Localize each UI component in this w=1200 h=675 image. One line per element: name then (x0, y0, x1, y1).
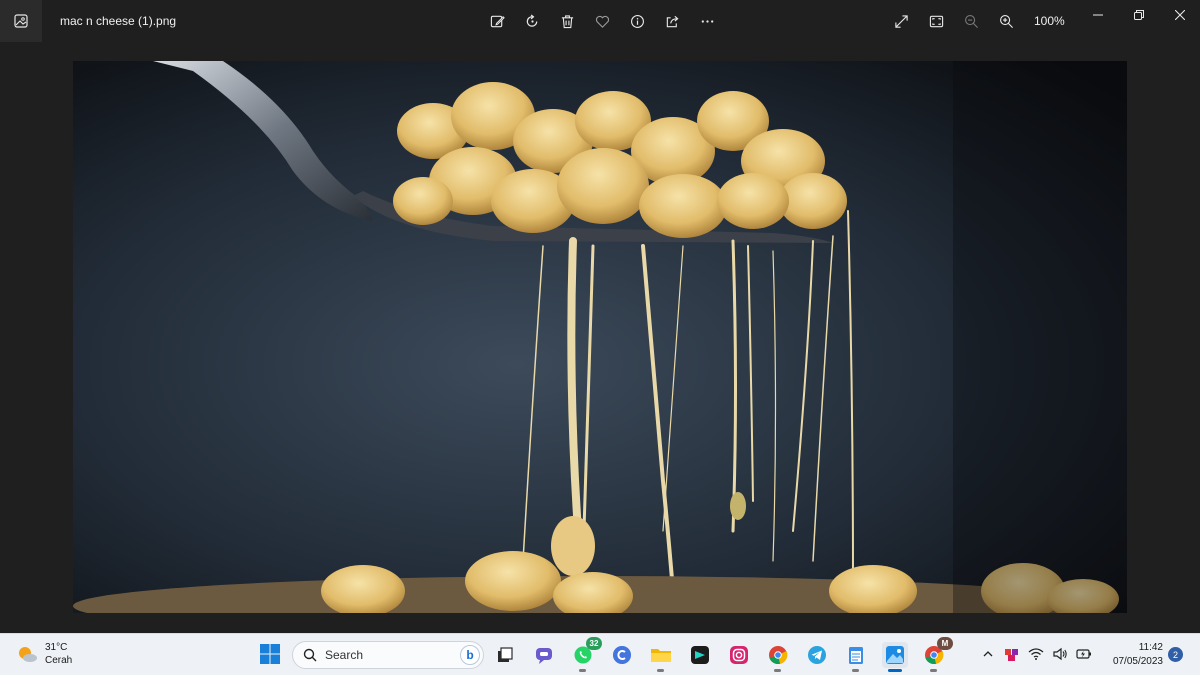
speaker-icon (1053, 647, 1067, 661)
full-screen-button[interactable] (884, 8, 919, 34)
edit-image-button[interactable] (480, 8, 515, 34)
chevron-up-icon (983, 651, 993, 657)
running-indicator (657, 669, 664, 672)
weather-temperature: 31°C (45, 642, 68, 653)
taskbar-notepad[interactable] (843, 642, 869, 672)
zoom-in-button[interactable] (989, 8, 1024, 34)
taskbar-telegram[interactable] (804, 642, 830, 668)
bing-icon[interactable]: b (460, 645, 480, 665)
fit-window-icon (929, 15, 944, 27)
photos-app-icon (886, 646, 904, 664)
windows-logo-icon (260, 644, 280, 664)
notepad-icon (849, 647, 863, 664)
heart-icon (595, 15, 610, 28)
taskbar-chrome[interactable] (765, 642, 791, 672)
title-bar: mac n cheese (1).png 100% (0, 0, 1200, 42)
zoom-out-icon (965, 14, 978, 28)
taskbar-chrome-profile[interactable]: M (921, 637, 953, 672)
file-info-button[interactable] (620, 8, 655, 34)
taskbar-clock[interactable]: 11:42 07/05/2023 (1105, 641, 1163, 669)
weather-description: Cerah (45, 655, 73, 666)
taskbar-search[interactable]: Search b (292, 641, 484, 669)
whatsapp-unread-badge: 32 (586, 637, 602, 650)
photos-app-window: mac n cheese (1).png 100% (0, 0, 1200, 633)
running-indicator (579, 669, 586, 672)
notification-center-badge[interactable]: 2 (1168, 647, 1183, 662)
photos-app-icon[interactable] (0, 0, 42, 42)
telegram-icon (808, 646, 826, 664)
search-icon (303, 648, 317, 662)
canva-icon (613, 646, 631, 664)
close-icon (1174, 10, 1185, 20)
wifi-button[interactable] (1026, 642, 1046, 666)
taskbar-photos[interactable] (882, 642, 908, 672)
task-view-icon (498, 647, 513, 662)
fit-to-window-button[interactable] (919, 8, 954, 34)
minimize-button[interactable] (1077, 0, 1118, 30)
see-more-button[interactable] (690, 8, 725, 34)
expand-icon (895, 14, 908, 28)
share-icon (666, 15, 679, 27)
clock-time: 11:42 (1138, 642, 1163, 653)
clock-date: 07/05/2023 (1112, 656, 1163, 667)
weather-sun-icon (19, 647, 37, 662)
taskbar-whatsapp[interactable]: 32 (570, 637, 602, 672)
tray-app-button[interactable] (1002, 642, 1022, 666)
window-controls (1077, 0, 1200, 30)
running-indicator (930, 669, 937, 672)
tray-app-icon (1005, 649, 1018, 661)
file-name: mac n cheese (1).png (60, 14, 177, 28)
restore-icon (1133, 10, 1144, 20)
chrome-profile-badge: M (937, 637, 953, 650)
more-icon (701, 19, 714, 23)
weather-widget[interactable]: 31°C Cerah (16, 641, 72, 667)
wifi-icon (1028, 648, 1044, 660)
displayed-photo (73, 61, 1127, 613)
view-controls: 100% (884, 8, 1074, 34)
minimize-icon (1092, 14, 1103, 16)
image-toolbar (480, 8, 725, 34)
zoom-in-icon (1000, 14, 1013, 28)
rotate-icon (526, 13, 538, 27)
taskbar-capcut[interactable] (687, 642, 713, 668)
share-button[interactable] (655, 8, 690, 34)
video-editor-icon (691, 646, 709, 664)
zoom-level[interactable]: 100% (1034, 14, 1074, 28)
edit-image-icon (490, 15, 505, 27)
running-indicator (852, 669, 859, 672)
taskbar-teams-chat[interactable] (531, 642, 557, 668)
close-button[interactable] (1159, 0, 1200, 30)
chat-icon (536, 648, 552, 664)
zoom-out-button[interactable] (954, 8, 989, 34)
mac-n-cheese-image (73, 61, 1127, 613)
windows-taskbar: 31°C Cerah Search b 32 M 11:42 07/05/202… (0, 633, 1200, 675)
battery-charging-icon (1076, 649, 1091, 659)
system-tray (978, 642, 1094, 666)
show-hidden-icons-button[interactable] (978, 642, 998, 666)
info-icon (631, 14, 644, 28)
active-indicator (888, 669, 902, 672)
restore-button[interactable] (1118, 0, 1159, 30)
search-placeholder: Search (325, 648, 364, 662)
trash-icon (561, 14, 574, 28)
taskbar-instagram[interactable] (726, 642, 752, 668)
running-indicator (774, 669, 781, 672)
folder-icon (651, 649, 671, 662)
start-button[interactable] (259, 643, 281, 665)
delete-button[interactable] (550, 8, 585, 34)
favorite-button[interactable] (585, 8, 620, 34)
battery-button[interactable] (1074, 642, 1094, 666)
photos-icon (14, 14, 28, 28)
taskbar-task-view[interactable] (492, 642, 518, 668)
chrome-icon (769, 646, 788, 665)
taskbar-file-explorer[interactable] (648, 642, 674, 672)
volume-button[interactable] (1050, 642, 1070, 666)
taskbar-canva[interactable] (609, 642, 635, 668)
instagram-icon (730, 646, 748, 664)
rotate-button[interactable] (515, 8, 550, 34)
